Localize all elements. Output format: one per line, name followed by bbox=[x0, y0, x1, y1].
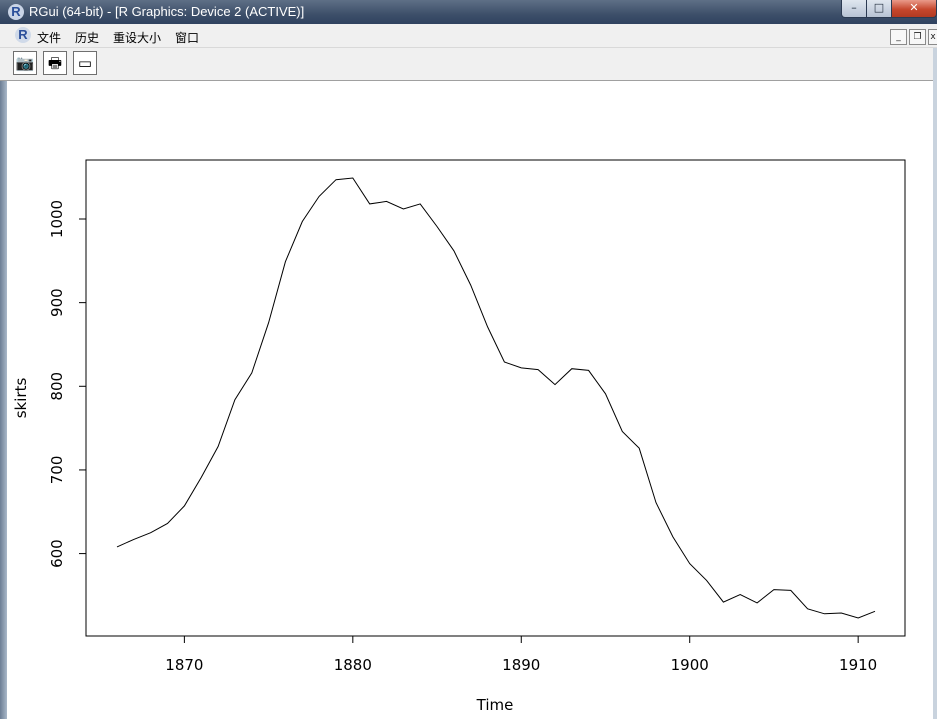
x-axis: 1870 1880 1890 1900 1910 bbox=[165, 635, 877, 674]
x-tick-label: 1910 bbox=[839, 656, 877, 674]
y-tick-label: 700 bbox=[48, 456, 66, 485]
x-tick-label: 1880 bbox=[334, 656, 372, 674]
plot-area: Time skirts 1870 1880 1890 1900 1910 600 700 8… bbox=[12, 159, 906, 714]
x-axis-label: Time bbox=[476, 696, 514, 714]
y-tick-label: 600 bbox=[48, 539, 66, 568]
x-tick-label: 1900 bbox=[671, 656, 709, 674]
series-line bbox=[116, 177, 876, 619]
data-series bbox=[116, 177, 876, 619]
y-tick-label: 800 bbox=[48, 372, 66, 401]
plot-frame bbox=[85, 159, 906, 637]
x-tick-label: 1870 bbox=[165, 656, 203, 674]
y-axis-label: skirts bbox=[12, 378, 30, 419]
y-axis: 600 700 800 900 1000 bbox=[48, 200, 87, 568]
y-tick-label: 900 bbox=[48, 288, 66, 317]
y-tick-label: 1000 bbox=[48, 200, 66, 238]
x-tick-label: 1890 bbox=[502, 656, 540, 674]
